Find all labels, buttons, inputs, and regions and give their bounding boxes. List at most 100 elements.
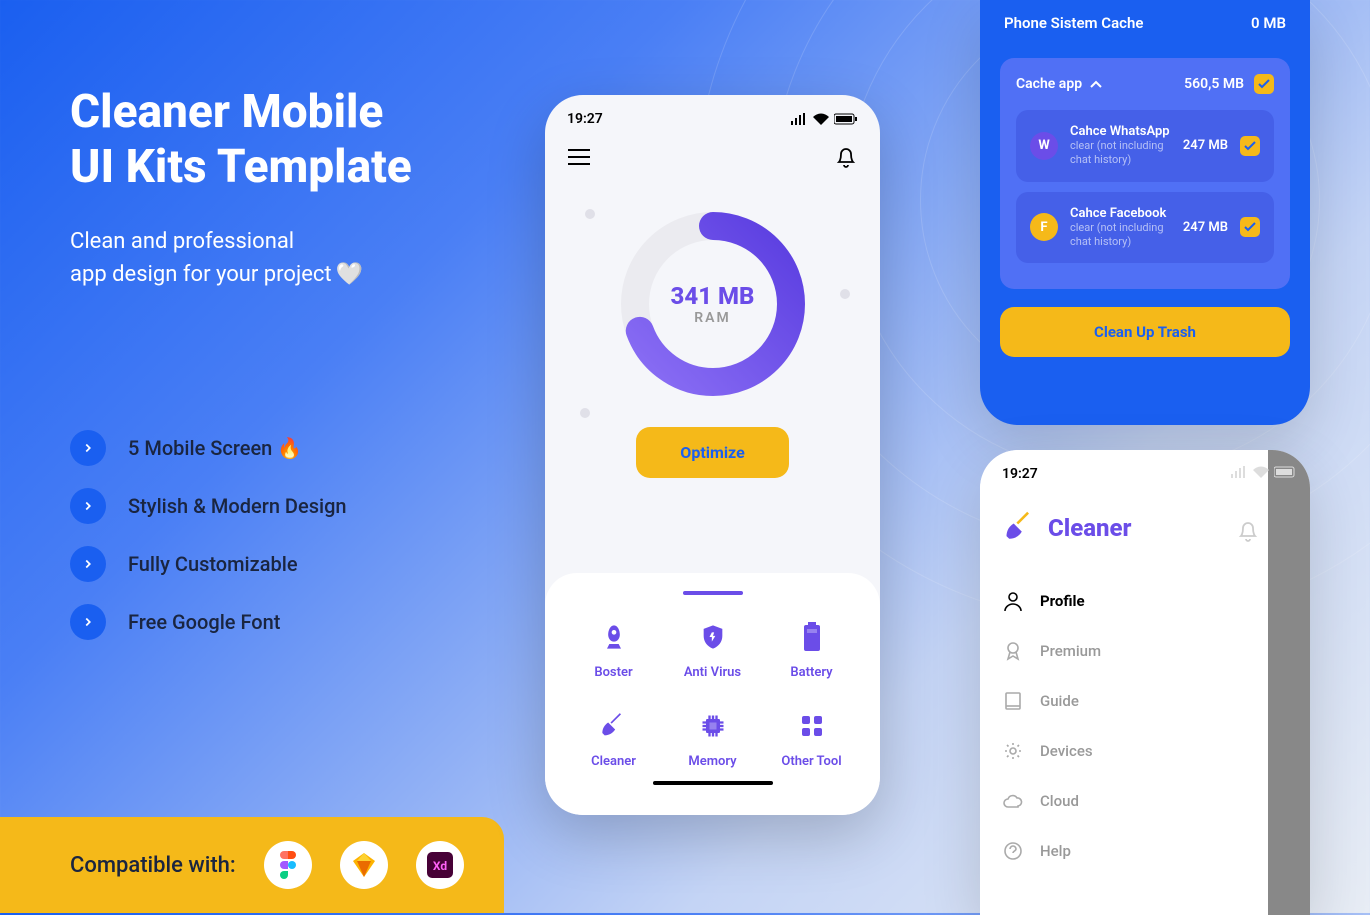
menu-label: Help	[1040, 842, 1071, 860]
chip-icon	[695, 708, 731, 744]
feature-item: Stylish & Modern Design	[70, 488, 347, 524]
broom-icon	[596, 708, 632, 744]
tool-label: Memory	[688, 754, 736, 769]
help-icon	[1002, 840, 1024, 862]
bell-icon[interactable]	[1238, 520, 1258, 546]
battery-icon	[794, 619, 830, 655]
chevron-right-icon	[70, 604, 106, 640]
xd-icon: Xd	[416, 841, 464, 889]
menu-item-premium[interactable]: Premium	[1002, 626, 1246, 676]
feature-label: Free Google Font	[128, 610, 280, 634]
menu-item-devices[interactable]: Devices	[1002, 726, 1246, 776]
menu-item-help[interactable]: Help	[1002, 826, 1246, 876]
app-badge-icon: F	[1030, 213, 1058, 241]
tool-cleaner[interactable]: Cleaner	[569, 708, 658, 769]
cache-item-desc: clear (not including chat history)	[1070, 139, 1171, 168]
chevron-up-icon	[1090, 80, 1102, 88]
menu-label: Premium	[1040, 642, 1101, 660]
tool-label: Anti Virus	[684, 665, 741, 680]
features-list: 5 Mobile Screen 🔥 Stylish & Modern Desig…	[70, 430, 347, 662]
feature-item: Free Google Font	[70, 604, 347, 640]
feature-label: 5 Mobile Screen 🔥	[128, 436, 302, 460]
app-badge-icon: W	[1030, 132, 1058, 160]
menu-label: Devices	[1040, 742, 1093, 760]
phone-menu-screen: 19:27 Cleaner Profile Premium Guide Devi…	[980, 450, 1310, 915]
cache-app-card: Cache app 560,5 MB W Cahce WhatsAppclear…	[1000, 58, 1290, 289]
figma-icon	[264, 841, 312, 889]
tool-battery[interactable]: Battery	[767, 619, 856, 680]
feature-label: Fully Customizable	[128, 552, 298, 576]
cache-item-whatsapp[interactable]: W Cahce WhatsAppclear (not including cha…	[1016, 110, 1274, 182]
user-icon	[1002, 590, 1024, 612]
checkbox-icon[interactable]	[1240, 136, 1260, 156]
ram-gauge: 341 MB RAM	[618, 209, 808, 399]
cloud-icon	[1002, 790, 1024, 812]
cache-item-name: Cahce WhatsApp	[1070, 124, 1171, 139]
cache-item-desc: clear (not including chat history)	[1070, 221, 1171, 250]
hero-title: Cleaner MobileUI Kits Template	[70, 85, 412, 195]
cache-app-header[interactable]: Cache app 560,5 MB	[1016, 74, 1274, 94]
hero-section: Cleaner MobileUI Kits Template Clean and…	[70, 85, 412, 291]
tool-label: Boster	[594, 665, 632, 680]
compat-label: Compatible with:	[70, 853, 236, 878]
bell-icon[interactable]	[834, 145, 858, 169]
menu-item-profile[interactable]: Profile	[1002, 576, 1246, 626]
feature-item: 5 Mobile Screen 🔥	[70, 430, 347, 466]
cache-item-size: 247 MB	[1183, 220, 1228, 235]
ram-value: 341 MB	[671, 282, 755, 310]
clean-up-button[interactable]: Clean Up Trash	[1000, 307, 1290, 357]
hero-subtitle: Clean and professionalapp design for you…	[70, 225, 412, 291]
system-cache-row[interactable]: Phone Sistem Cache 0 MB	[1000, 0, 1290, 46]
optimize-button[interactable]: Optimize	[636, 427, 788, 478]
tool-memory[interactable]: Memory	[668, 708, 757, 769]
chevron-right-icon	[70, 430, 106, 466]
checkbox-icon[interactable]	[1254, 74, 1274, 94]
status-icons	[1230, 466, 1298, 478]
tool-boster[interactable]: Boster	[569, 619, 658, 680]
status-icons	[790, 111, 858, 127]
cache-app-label: Cache app	[1016, 76, 1082, 92]
grid-icon	[794, 708, 830, 744]
menu-label: Guide	[1040, 692, 1079, 710]
brand-name: Cleaner	[1048, 514, 1131, 542]
drag-handle[interactable]	[683, 591, 743, 595]
broom-logo-icon	[1002, 510, 1038, 546]
cache-item-facebook[interactable]: F Cahce Facebookclear (not including cha…	[1016, 192, 1274, 264]
cache-item-size: 247 MB	[1183, 138, 1228, 153]
tool-label: Cleaner	[591, 754, 636, 769]
svg-text:Xd: Xd	[433, 859, 447, 873]
compat-bar: Compatible with: Xd	[0, 817, 504, 913]
tool-label: Other Tool	[781, 754, 841, 769]
feature-item: Fully Customizable	[70, 546, 347, 582]
tool-other[interactable]: Other Tool	[767, 708, 856, 769]
menu-item-guide[interactable]: Guide	[1002, 676, 1246, 726]
status-time: 19:27	[567, 111, 603, 127]
shield-icon	[695, 619, 731, 655]
cache-label: Phone Sistem Cache	[1004, 14, 1143, 32]
rocket-icon	[596, 619, 632, 655]
home-indicator[interactable]	[653, 781, 773, 785]
book-icon	[1002, 690, 1024, 712]
gear-icon	[1002, 740, 1024, 762]
ribbon-icon	[1002, 640, 1024, 662]
tool-antivirus[interactable]: Anti Virus	[668, 619, 757, 680]
menu-label: Profile	[1040, 592, 1085, 610]
phone-main-screen: 19:27 341 MB RAM Optimize Boster Anti Vi…	[545, 95, 880, 815]
menu-item-cloud[interactable]: Cloud	[1002, 776, 1246, 826]
ram-label: RAM	[671, 310, 755, 326]
cache-item-name: Cahce Facebook	[1070, 206, 1171, 221]
feature-label: Stylish & Modern Design	[128, 494, 347, 518]
tools-panel: Boster Anti Virus Battery Cleaner Memory…	[545, 573, 880, 815]
menu-label: Cloud	[1040, 792, 1079, 810]
checkbox-icon[interactable]	[1240, 217, 1260, 237]
brand-logo: Cleaner	[980, 490, 1268, 566]
status-bar: 19:27	[980, 450, 1268, 490]
status-bar: 19:27	[545, 95, 880, 135]
menu-icon[interactable]	[567, 145, 591, 169]
chevron-right-icon	[70, 488, 106, 524]
status-time: 19:27	[1002, 466, 1038, 482]
cache-size: 0 MB	[1251, 14, 1286, 32]
heart-icon: 🤍	[336, 258, 363, 291]
cache-app-size: 560,5 MB	[1184, 76, 1244, 92]
phone-cache-screen: Phone Sistem Cache 0 MB Cache app 560,5 …	[980, 0, 1310, 425]
